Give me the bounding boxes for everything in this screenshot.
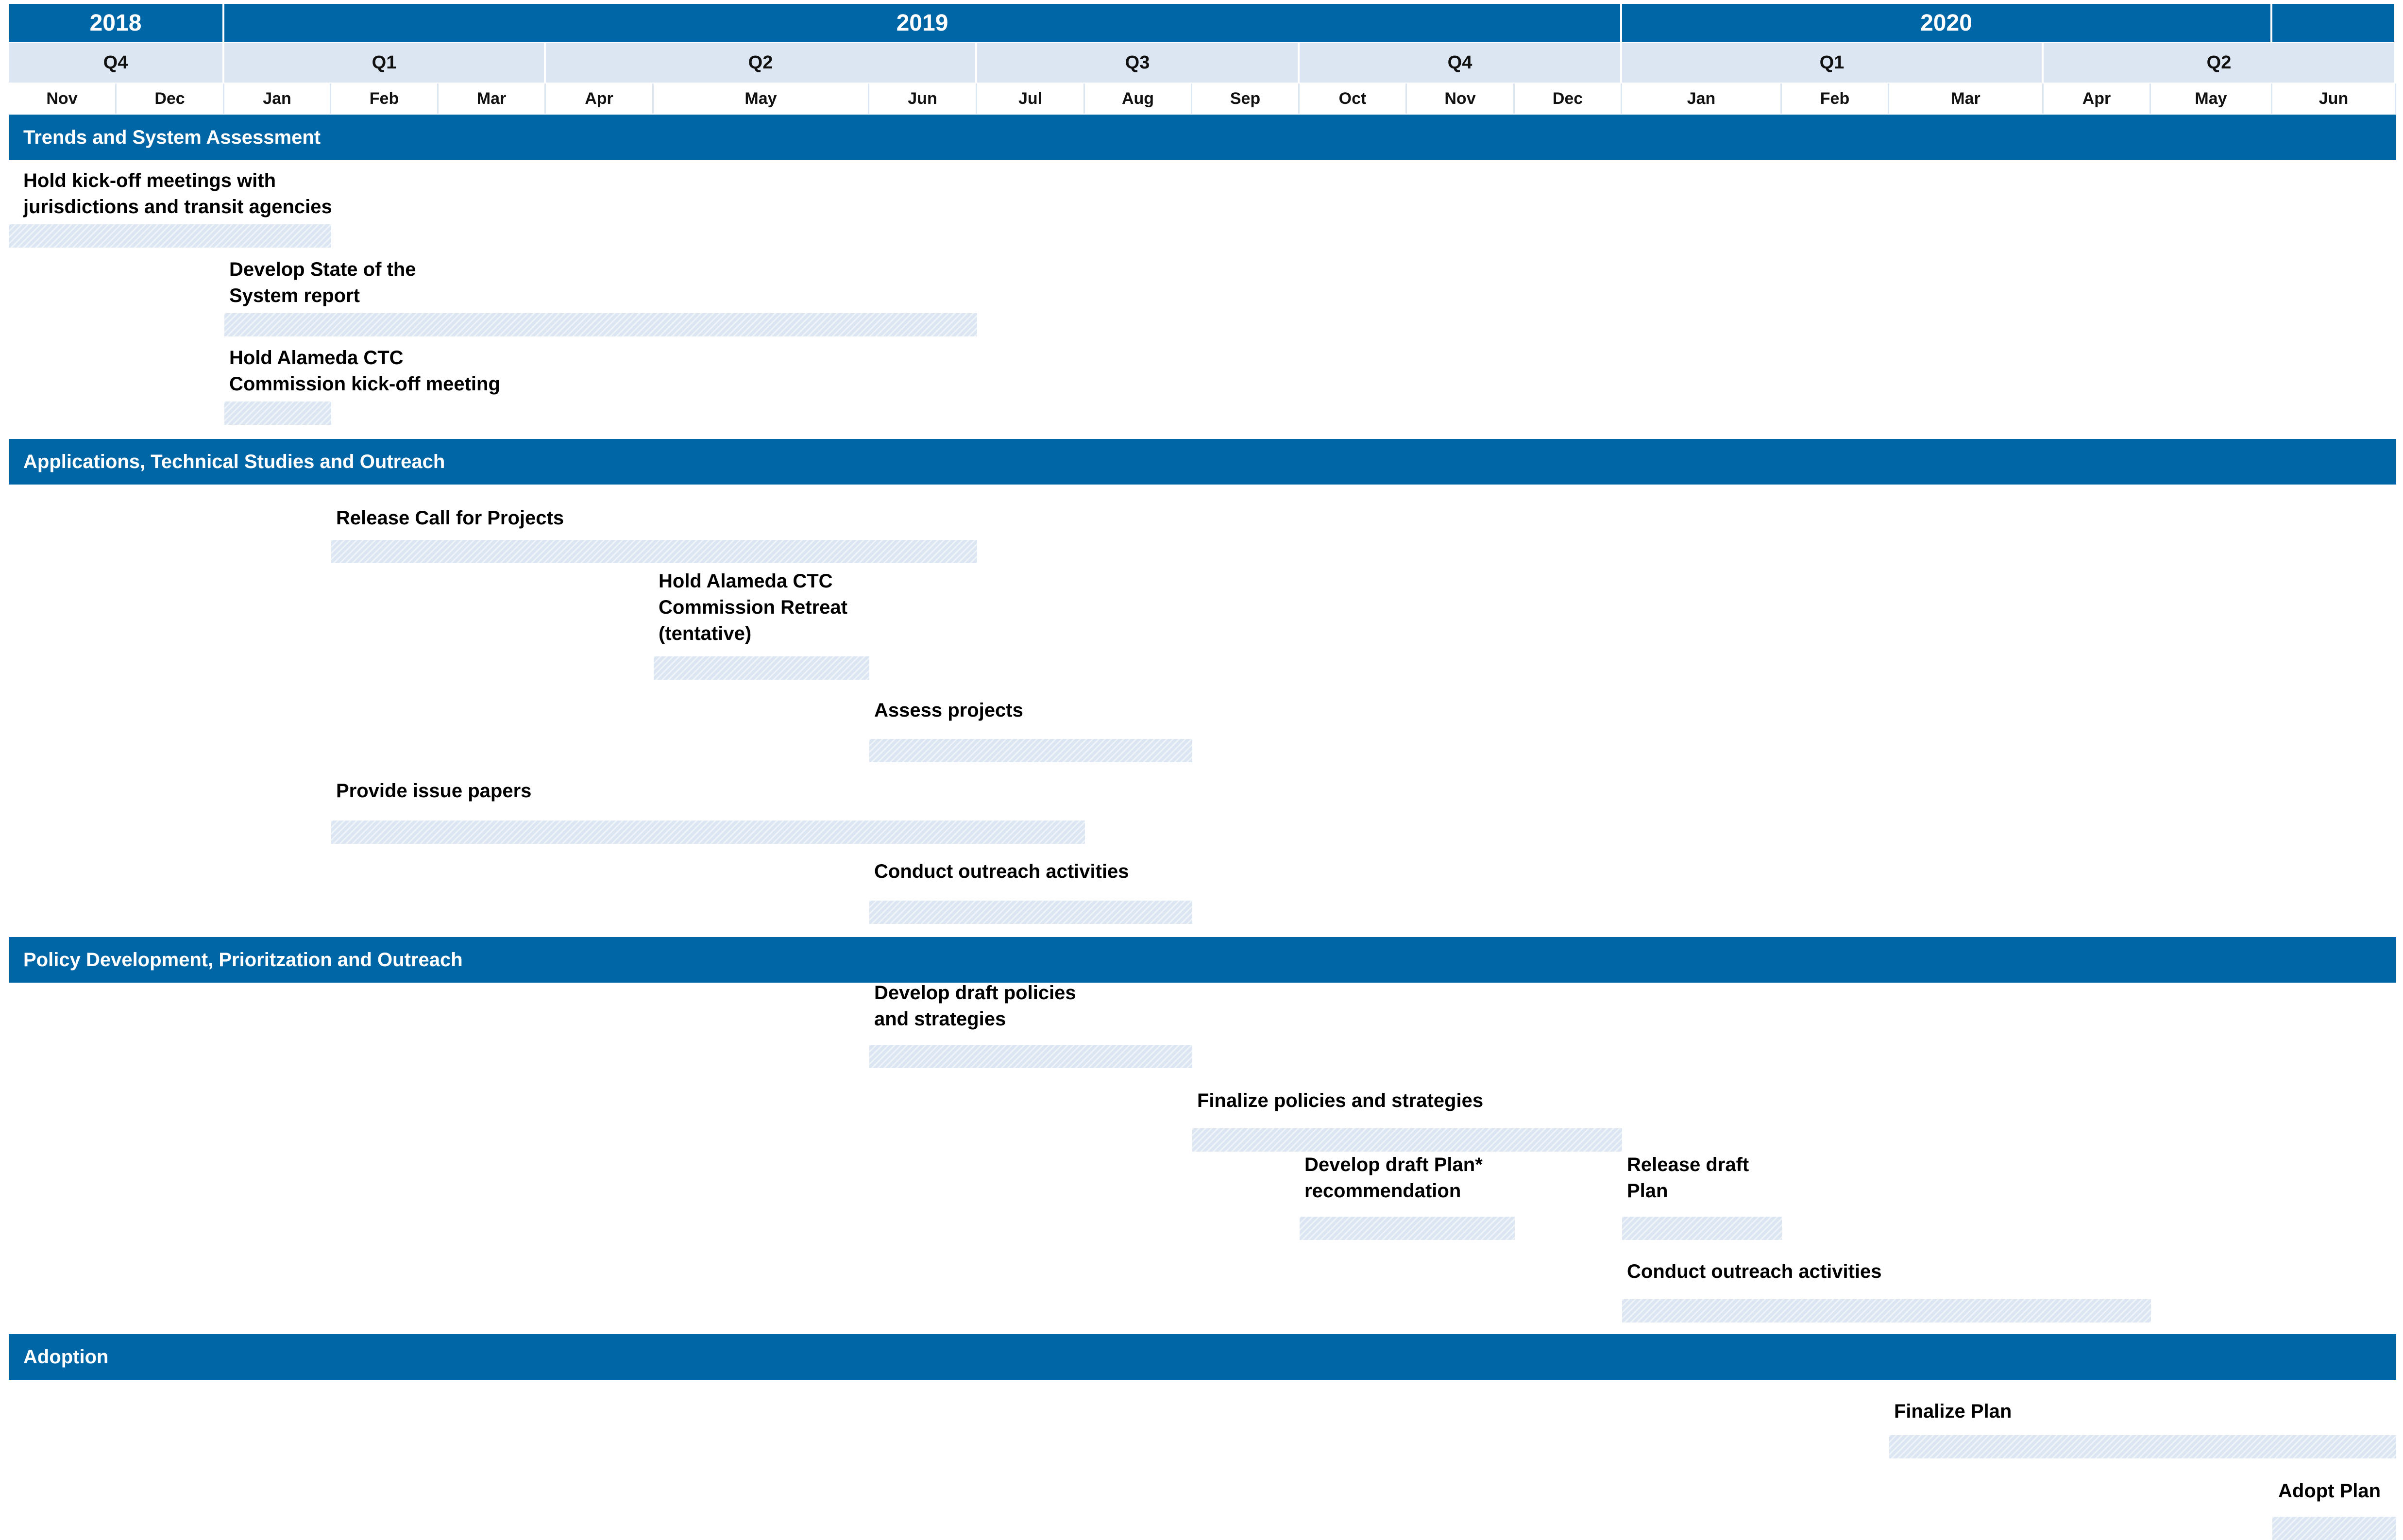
task-label: Hold Alameda CTC Commission Retreat (ten…	[659, 570, 847, 644]
task-label: Assess projects	[874, 700, 1023, 721]
task-bar	[1192, 1128, 1622, 1152]
task-bar	[1300, 1217, 1515, 1240]
month-header: Feb	[1782, 84, 1889, 114]
task-bar	[654, 656, 869, 680]
gantt-chart: 2018 2019 2020 Q4 Q1 Q2 Q3 Q4 Q1 Q2 Nov Dec Jan Feb Ma…	[0, 0, 2403, 1540]
task-label: Release draft Plan	[1627, 1154, 1749, 1202]
task-bar	[869, 739, 1192, 762]
task-bar	[1889, 1435, 2396, 1458]
section-header: Adoption	[9, 1334, 2396, 1380]
task-label: Adopt Plan	[2278, 1480, 2381, 1502]
month-header: Aug	[1085, 84, 1192, 114]
month-header: Mar	[439, 84, 546, 114]
month-header: Apr	[2044, 84, 2151, 114]
task-bar	[1622, 1299, 2151, 1322]
month-header: Nov	[9, 84, 117, 114]
task-bar	[2272, 1517, 2396, 1540]
task-label: Hold Alameda CTC Commission kick-off mee…	[229, 347, 500, 395]
section-header: Policy Development, Prioritzation and Ou…	[9, 937, 2396, 983]
section-header: Applications, Technical Studies and Outr…	[9, 439, 2396, 485]
month-header: Jul	[977, 84, 1085, 114]
task-bar	[224, 313, 977, 336]
month-header: Nov	[1407, 84, 1515, 114]
month-header: Jun	[2272, 84, 2396, 114]
task-bar	[331, 820, 1085, 844]
month-header: Apr	[546, 84, 654, 114]
task-label: Hold kick-off meetings with jurisdiction…	[23, 170, 332, 218]
task-label: Provide issue papers	[336, 780, 532, 802]
task-bar	[331, 540, 977, 563]
year-header	[2272, 4, 2396, 42]
quarter-header: Q4	[9, 43, 224, 83]
task-bar	[9, 224, 331, 248]
quarter-header: Q1	[224, 43, 546, 83]
task-label: Release Call for Projects	[336, 507, 564, 529]
task-label: Develop draft policies and strategies	[874, 982, 1076, 1030]
quarter-header: Q1	[1622, 43, 2044, 83]
month-header: Feb	[331, 84, 439, 114]
task-label: Develop draft Plan* recommendation	[1304, 1154, 1483, 1202]
quarter-header: Q4	[1300, 43, 1622, 83]
quarter-header: Q2	[2044, 43, 2396, 83]
month-header: Dec	[1515, 84, 1622, 114]
month-header: Oct	[1300, 84, 1407, 114]
task-label: Finalize policies and strategies	[1197, 1090, 1484, 1111]
section-header: Trends and System Assessment	[9, 115, 2396, 160]
month-header: May	[2151, 84, 2272, 114]
task-bar	[869, 1045, 1192, 1068]
month-header: Jan	[1622, 84, 1782, 114]
year-header: 2019	[224, 4, 1622, 42]
task-label: Develop State of the System report	[229, 259, 416, 306]
month-header: Mar	[1889, 84, 2044, 114]
month-header: Dec	[117, 84, 224, 114]
task-label: Conduct outreach activities	[874, 861, 1129, 882]
month-header: Jun	[869, 84, 977, 114]
task-bar	[869, 901, 1192, 924]
quarter-header: Q3	[977, 43, 1300, 83]
task-label: Finalize Plan	[1894, 1401, 2012, 1422]
year-header: 2020	[1622, 4, 2272, 42]
task-bar	[1622, 1217, 1782, 1240]
year-header: 2018	[9, 4, 224, 42]
month-header: May	[654, 84, 869, 114]
task-label: Conduct outreach activities	[1627, 1261, 1882, 1282]
quarter-header: Q2	[546, 43, 977, 83]
task-bar	[224, 402, 331, 425]
month-header: Jan	[224, 84, 331, 114]
month-header: Sep	[1192, 84, 1300, 114]
